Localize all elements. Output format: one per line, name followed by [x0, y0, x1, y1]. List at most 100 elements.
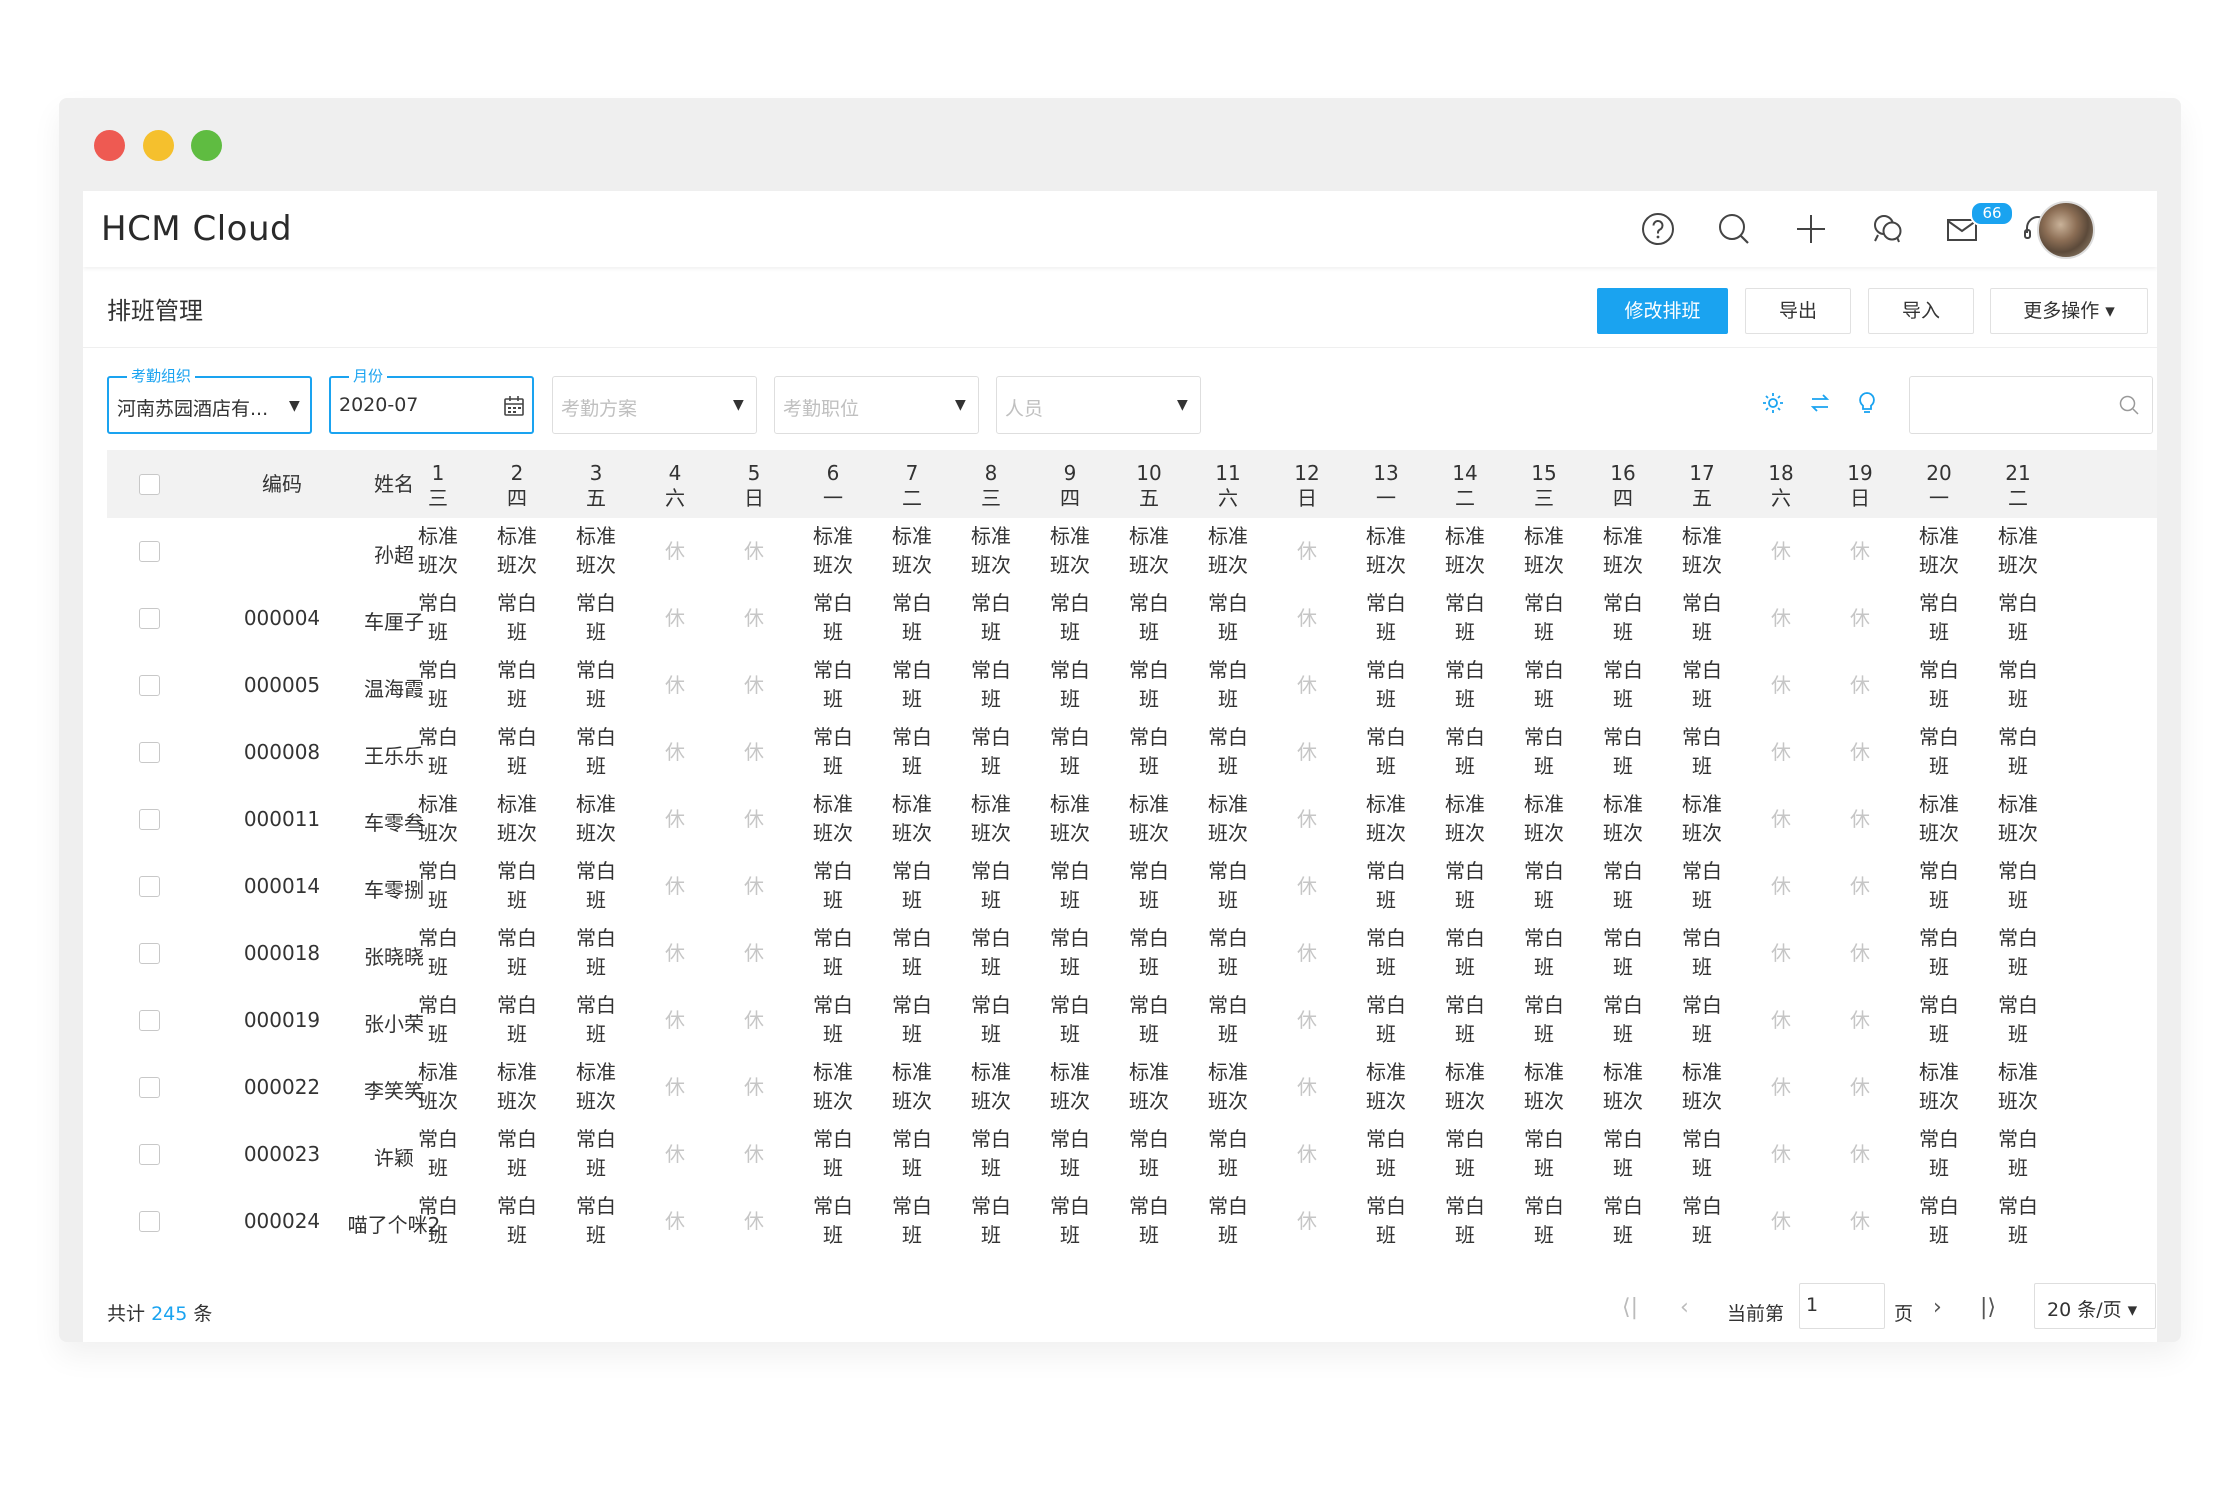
rest-day-cell[interactable]: 休 [1269, 604, 1345, 633]
rest-day-cell[interactable]: 休 [716, 1140, 792, 1169]
shift-cell[interactable]: 常白班 [1111, 1125, 1187, 1183]
shift-cell[interactable]: 标准 班次 [1032, 1058, 1108, 1116]
shift-cell[interactable]: 常白班 [1980, 589, 2056, 647]
shift-cell[interactable]: 常白班 [400, 589, 476, 647]
add-icon[interactable] [1793, 211, 1829, 247]
rest-day-cell[interactable]: 休 [1822, 805, 1898, 834]
shift-cell[interactable]: 标准 班次 [1111, 790, 1187, 848]
shift-cell[interactable]: 常白班 [1980, 991, 2056, 1049]
shift-cell[interactable]: 常白班 [1901, 589, 1977, 647]
shift-cell[interactable]: 常白班 [1664, 1192, 1740, 1250]
window-minimize-button[interactable] [143, 130, 174, 161]
shift-cell[interactable]: 标准 班次 [1111, 1058, 1187, 1116]
shift-cell[interactable]: 常白班 [479, 723, 555, 781]
shift-cell[interactable]: 常白班 [1190, 1125, 1266, 1183]
shift-cell[interactable]: 标准 班次 [1190, 790, 1266, 848]
rest-day-cell[interactable]: 休 [716, 671, 792, 700]
shift-cell[interactable]: 常白班 [558, 589, 634, 647]
rest-day-cell[interactable]: 休 [1269, 671, 1345, 700]
org-select[interactable]: 考勤组织 河南苏园酒店有... ▼ [107, 367, 312, 434]
shift-cell[interactable]: 标准 班次 [1348, 1058, 1424, 1116]
shift-cell[interactable]: 常白班 [953, 924, 1029, 982]
shift-cell[interactable]: 标准 班次 [874, 790, 950, 848]
rest-day-cell[interactable]: 休 [716, 939, 792, 968]
more-actions-button[interactable]: 更多操作 ▾ [1990, 288, 2148, 334]
shift-cell[interactable]: 标准 班次 [1664, 790, 1740, 848]
shift-cell[interactable]: 常白班 [1427, 924, 1503, 982]
rest-day-cell[interactable]: 休 [1822, 1073, 1898, 1102]
shift-cell[interactable]: 标准 班次 [1032, 790, 1108, 848]
shift-cell[interactable]: 标准 班次 [1901, 790, 1977, 848]
shift-cell[interactable]: 标准 班次 [1348, 522, 1424, 580]
shift-cell[interactable]: 常白班 [1664, 656, 1740, 714]
shift-cell[interactable]: 常白班 [874, 857, 950, 915]
shift-cell[interactable]: 常白班 [1901, 723, 1977, 781]
search-icon[interactable] [2118, 394, 2140, 416]
shift-cell[interactable]: 常白班 [400, 656, 476, 714]
shift-cell[interactable]: 常白班 [1111, 589, 1187, 647]
shift-cell[interactable]: 常白班 [1190, 1192, 1266, 1250]
shift-cell[interactable]: 常白班 [1190, 656, 1266, 714]
shift-cell[interactable]: 常白班 [1348, 857, 1424, 915]
shift-cell[interactable]: 常白班 [400, 723, 476, 781]
rest-day-cell[interactable]: 休 [716, 738, 792, 767]
rest-day-cell[interactable]: 休 [1743, 671, 1819, 700]
shift-cell[interactable]: 常白班 [874, 1192, 950, 1250]
next-page-icon[interactable]: › [1933, 1295, 1942, 1320]
shift-cell[interactable]: 标准 班次 [558, 522, 634, 580]
shift-cell[interactable]: 常白班 [1032, 656, 1108, 714]
shift-cell[interactable]: 常白班 [874, 991, 950, 1049]
shift-cell[interactable]: 标准 班次 [795, 790, 871, 848]
shift-cell[interactable]: 常白班 [1980, 723, 2056, 781]
shift-cell[interactable]: 常白班 [953, 723, 1029, 781]
position-select[interactable]: 考勤职位 ▼ [774, 376, 979, 434]
shift-cell[interactable]: 常白班 [1506, 924, 1582, 982]
shift-cell[interactable]: 常白班 [1664, 924, 1740, 982]
shift-cell[interactable]: 常白班 [795, 1125, 871, 1183]
rest-day-cell[interactable]: 休 [637, 738, 713, 767]
shift-cell[interactable]: 常白班 [874, 723, 950, 781]
rest-day-cell[interactable]: 休 [1269, 1006, 1345, 1035]
rest-day-cell[interactable]: 休 [1822, 604, 1898, 633]
shift-cell[interactable]: 常白班 [874, 1125, 950, 1183]
shift-cell[interactable]: 常白班 [1585, 991, 1661, 1049]
shift-cell[interactable]: 常白班 [400, 924, 476, 982]
row-checkbox[interactable] [139, 809, 160, 830]
rest-day-cell[interactable]: 休 [637, 1207, 713, 1236]
month-picker[interactable]: 月份 2020-07 [329, 367, 534, 434]
shift-cell[interactable]: 常白班 [953, 589, 1029, 647]
rest-day-cell[interactable]: 休 [1743, 738, 1819, 767]
rest-day-cell[interactable]: 休 [1822, 939, 1898, 968]
shift-cell[interactable]: 标准 班次 [1664, 522, 1740, 580]
shift-cell[interactable]: 常白班 [1585, 857, 1661, 915]
row-checkbox[interactable] [139, 541, 160, 562]
shift-cell[interactable]: 常白班 [558, 1125, 634, 1183]
shift-cell[interactable]: 常白班 [1901, 656, 1977, 714]
rest-day-cell[interactable]: 休 [1269, 537, 1345, 566]
shift-cell[interactable]: 常白班 [479, 991, 555, 1049]
shift-cell[interactable]: 标准 班次 [1427, 790, 1503, 848]
user-avatar[interactable] [2037, 201, 2095, 259]
table-row[interactable]: 孙超 标准 班次 标准 班次 标准 班次休休标准 班次 标准 班次 标准 班次 标准 班次 标准 班次 标准 班次… [107, 518, 2157, 585]
shift-cell[interactable]: 标准 班次 [795, 522, 871, 580]
row-checkbox[interactable] [139, 876, 160, 897]
shift-cell[interactable]: 常白班 [1506, 1125, 1582, 1183]
shift-cell[interactable]: 常白班 [400, 857, 476, 915]
table-row[interactable]: 000024 喵了个咪2 常白班常白班常白班休休常白班常白班常白班常白班常白班常白班… [107, 1188, 2157, 1255]
rest-day-cell[interactable]: 休 [637, 537, 713, 566]
shift-cell[interactable]: 常白班 [1427, 857, 1503, 915]
shift-cell[interactable]: 标准 班次 [479, 1058, 555, 1116]
last-page-icon[interactable]: |⟩ [1980, 1295, 1996, 1320]
shift-cell[interactable]: 常白班 [795, 723, 871, 781]
shift-cell[interactable]: 常白班 [1348, 589, 1424, 647]
shift-cell[interactable]: 常白班 [1190, 991, 1266, 1049]
rest-day-cell[interactable]: 休 [1269, 1207, 1345, 1236]
shift-cell[interactable]: 标准 班次 [1980, 522, 2056, 580]
shift-cell[interactable]: 常白班 [1032, 1192, 1108, 1250]
shift-cell[interactable]: 常白班 [953, 1192, 1029, 1250]
rest-day-cell[interactable]: 休 [1822, 671, 1898, 700]
shift-cell[interactable]: 常白班 [1032, 991, 1108, 1049]
shift-cell[interactable]: 常白班 [1111, 924, 1187, 982]
chat-icon[interactable] [1869, 211, 1905, 247]
shift-cell[interactable]: 常白班 [1901, 991, 1977, 1049]
